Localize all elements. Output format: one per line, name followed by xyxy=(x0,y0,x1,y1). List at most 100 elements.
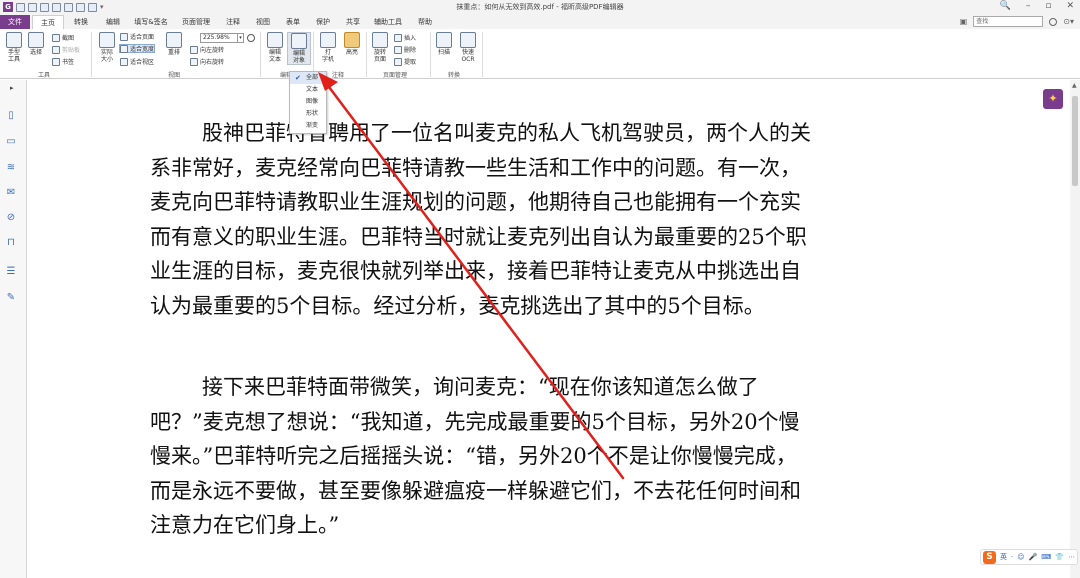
search-icon[interactable] xyxy=(1049,17,1058,26)
text-line: 系非常好，麦克经常向巴菲特请教一些生活和工作中的问题。有一次， xyxy=(150,155,801,180)
microphone-icon[interactable]: 🎤 xyxy=(1029,553,1038,561)
tab-share[interactable]: 共享 xyxy=(340,15,366,29)
vertical-scrollbar[interactable]: ▲ xyxy=(1070,80,1080,578)
rotate-page-button[interactable]: 旋转 页面 xyxy=(368,32,392,63)
rotate-left-button[interactable]: 向左旋转 xyxy=(190,45,224,54)
reflow-button[interactable]: 重排 xyxy=(162,32,186,56)
window-controls: 🔍 – ▫ ✕ xyxy=(1000,1,1074,11)
fit-visible-button[interactable]: 适合视区 xyxy=(120,57,154,66)
ime-language-toggle[interactable]: 英 xyxy=(1000,552,1007,562)
title-bar: G ▾ 抹重点：如何从无效到高效.pdf - 福昕高级PDF编辑器 🔍 – ▫ … xyxy=(0,0,1080,15)
scroll-up-icon[interactable]: ▲ xyxy=(1072,82,1077,89)
minimize-button[interactable]: – xyxy=(1026,1,1031,11)
select-button[interactable]: 选择 xyxy=(24,32,48,56)
hand-tool-button[interactable]: 手型 工具 xyxy=(2,32,26,63)
sogou-logo-icon[interactable]: S xyxy=(983,550,996,564)
actual-size-button[interactable]: 实际 大小 xyxy=(95,32,119,63)
layers-icon[interactable]: ≋ xyxy=(5,162,17,174)
text-line: 业生涯的目标，麦克很快就列举出来，接着巴菲特让麦克从中挑选出自 xyxy=(150,259,801,283)
rotate-right-button[interactable]: 向右旋转 xyxy=(190,57,224,66)
keyboard-icon[interactable]: ⌨ xyxy=(1041,553,1051,561)
rotate-left-icon xyxy=(190,45,198,54)
search-input[interactable]: 查找 xyxy=(973,16,1044,27)
hand-icon xyxy=(6,32,22,48)
menu-item-image[interactable]: 图像 xyxy=(290,96,326,108)
ime-punctuation[interactable]: · xyxy=(1011,553,1013,561)
insert-page-button[interactable]: 插入 xyxy=(394,33,416,42)
close-button[interactable]: ✕ xyxy=(1066,1,1074,11)
skin-icon[interactable]: 👕 xyxy=(1055,553,1064,561)
tab-help[interactable]: 帮助 xyxy=(412,15,438,29)
scrollbar-thumb[interactable] xyxy=(1072,96,1078,186)
scanner-icon xyxy=(436,32,452,48)
zoom-in-icon[interactable] xyxy=(247,34,255,42)
expand-panel-icon[interactable]: ▸ xyxy=(10,84,14,92)
settings-dropdown-icon[interactable]: ⊙▾ xyxy=(1063,17,1074,26)
tab-file[interactable]: 文件 xyxy=(0,15,30,29)
clipboard-button[interactable]: 剪贴板 xyxy=(52,45,80,54)
group-label-pages: 页面管理 xyxy=(383,72,408,79)
left-navigation-panel: ▸ ▯ ▭ ≋ ✉ ⊘ ⊓ ☰ ✎ xyxy=(0,80,27,578)
tab-fill-sign[interactable]: 填写&签名 xyxy=(130,15,172,29)
quick-ocr-button[interactable]: 快速 OCR xyxy=(456,32,480,63)
tab-view[interactable]: 视图 xyxy=(250,15,276,29)
tab-comment[interactable]: 注释 xyxy=(220,15,246,29)
content-panel-icon[interactable]: ☰ xyxy=(5,266,17,278)
signature-icon[interactable]: ✎ xyxy=(5,292,17,304)
highlight-button[interactable]: 高亮 xyxy=(340,32,364,56)
rotate-page-icon xyxy=(372,32,388,48)
tab-accessibility[interactable]: 辅助工具 xyxy=(370,15,406,29)
tab-edit[interactable]: 编辑 xyxy=(100,15,126,29)
typewriter-icon xyxy=(320,32,336,48)
lightbulb-icon[interactable]: ✦ xyxy=(1043,89,1063,109)
layout-icon[interactable]: ▣ xyxy=(960,17,968,26)
menubar-right-tools: ▣ 查找 ⊙▾ xyxy=(960,16,1074,27)
ribbon-divider xyxy=(366,32,367,77)
bookmark-panel-icon[interactable]: ▭ xyxy=(5,136,17,148)
menu-item-all[interactable]: ✔ 全部 xyxy=(290,72,326,84)
tab-page-manage[interactable]: 页面管理 xyxy=(178,15,214,29)
document-view[interactable]: 股神巴菲特曾聘用了一位名叫麦克的私人飞机驾驶员，两个人的关 系非常好，麦克经常向… xyxy=(28,80,1068,578)
select-text-icon xyxy=(28,32,44,48)
edit-text-button[interactable]: 编辑 文本 xyxy=(263,32,287,63)
maximize-button[interactable]: ▫ xyxy=(1045,1,1051,11)
attachment-icon[interactable]: ⊘ xyxy=(5,212,17,224)
fit-visible-icon xyxy=(120,57,128,66)
tab-protect[interactable]: 保护 xyxy=(310,15,336,29)
scan-button[interactable]: 扫描 xyxy=(432,32,456,56)
menu-item-shape[interactable]: 形状 xyxy=(290,108,326,120)
delete-page-button[interactable]: 删除 xyxy=(394,45,416,54)
ribbon-divider xyxy=(430,32,431,77)
screenshot-button[interactable]: 截图 xyxy=(52,33,74,42)
window-title: 抹重点：如何从无效到高效.pdf - 福昕高级PDF编辑器 xyxy=(456,3,624,11)
menu-item-shading[interactable]: 渐变 xyxy=(290,120,326,132)
tab-form[interactable]: 表单 xyxy=(280,15,306,29)
menu-item-text[interactable]: 文本 xyxy=(290,84,326,96)
search-window-icon[interactable]: 🔍 xyxy=(1000,1,1011,11)
emoji-icon[interactable]: ☺ xyxy=(1017,553,1024,561)
insert-page-icon xyxy=(394,33,402,42)
comment-panel-icon[interactable]: ✉ xyxy=(5,187,17,199)
bookmark-button[interactable]: 书签 xyxy=(52,57,74,66)
ribbon-divider xyxy=(260,32,261,77)
reflow-icon xyxy=(166,32,182,48)
text-line: 慢来。”巴菲特听完之后摇摇头说：“错，另外20个不是让你慢慢完成， xyxy=(150,444,797,468)
paragraph-1: 股神巴菲特曾聘用了一位名叫麦克的私人飞机驾驶员，两个人的关 系非常好，麦克经常向… xyxy=(150,116,950,323)
extract-page-button[interactable]: 提取 xyxy=(394,57,416,66)
tab-home[interactable]: 主页 xyxy=(32,15,64,29)
group-label-comment: 注释 xyxy=(332,72,345,79)
edit-object-dropdown: ✔ 全部 文本 图像 形状 渐变 xyxy=(289,71,327,134)
security-lock-icon[interactable]: ⊓ xyxy=(5,237,17,249)
tab-convert[interactable]: 转换 xyxy=(68,15,94,29)
more-icon[interactable]: ⋯ xyxy=(1068,553,1075,561)
edit-object-button[interactable]: 编辑 对象 xyxy=(287,32,311,65)
highlight-icon xyxy=(344,32,360,48)
page-thumbnail-icon[interactable]: ▯ xyxy=(5,110,17,122)
paragraph-2: 接下来巴菲特面带微笑，询问麦克：“现在你该知道怎么做了 吧？”麦克想了想说：“我… xyxy=(150,370,950,543)
typewriter-button[interactable]: 打 字机 xyxy=(316,32,340,63)
fit-width-button[interactable]: 适合宽度 xyxy=(119,44,156,53)
zoom-input[interactable]: 225.98% xyxy=(200,33,238,43)
fit-page-icon xyxy=(120,32,128,41)
zoom-dropdown[interactable]: ▾ xyxy=(238,33,244,43)
fit-page-button[interactable]: 适合页面 xyxy=(120,32,154,41)
